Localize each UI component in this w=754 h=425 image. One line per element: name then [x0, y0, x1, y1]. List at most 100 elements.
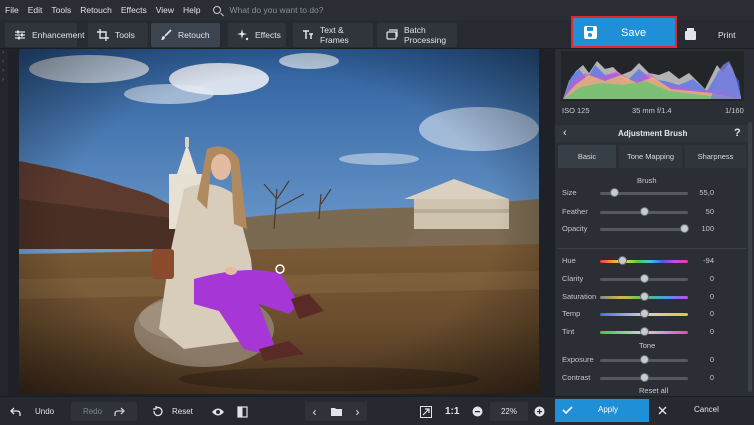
slider-value: 0	[709, 292, 714, 301]
crop-icon	[97, 29, 109, 41]
zoom-in-button[interactable]	[534, 402, 545, 421]
slider-handle[interactable]	[639, 292, 649, 301]
menu-file[interactable]: File	[5, 5, 19, 15]
fit-to-screen-button[interactable]	[420, 402, 432, 421]
chevron-left-icon[interactable]: ‹	[313, 405, 317, 419]
slider-value: 55,0	[699, 188, 714, 197]
floppy-disk-icon	[584, 26, 597, 39]
sparkle-icon	[237, 29, 249, 41]
slider-label: Contrast	[562, 373, 591, 382]
histogram-lens: 35 mm f/1.4	[632, 106, 672, 115]
redo-icon	[114, 407, 125, 416]
section-brush: Brush	[637, 176, 657, 185]
slider-handle[interactable]	[639, 355, 649, 364]
panel-scrollbar[interactable]	[748, 122, 752, 392]
zoom-out-icon	[472, 406, 483, 417]
slider-value: 50	[705, 207, 714, 216]
check-icon	[562, 406, 573, 415]
slider-handle[interactable]	[639, 309, 649, 318]
slider-handle[interactable]	[618, 256, 628, 265]
apply-label: Apply	[598, 405, 619, 414]
reset-all-link[interactable]: Reset all	[639, 386, 668, 395]
slider-handle[interactable]	[609, 188, 619, 197]
divider	[558, 248, 746, 249]
slider-label: Size	[562, 188, 577, 197]
search-icon	[213, 6, 222, 14]
slider-label: Opacity	[562, 224, 588, 233]
left-panel-handle[interactable]: › › › ›	[0, 49, 8, 397]
search-box[interactable]: What do you want to do?	[213, 5, 324, 15]
histogram-iso: ISO 125	[562, 106, 590, 115]
redo-button[interactable]: Redo	[71, 402, 137, 421]
menu-effects[interactable]: Effects	[121, 5, 147, 15]
back-arrow-icon[interactable]: ‹	[563, 127, 567, 139]
tab-enhancement[interactable]: Enhancement	[5, 23, 84, 47]
subtab-tone-mapping[interactable]: Tone Mapping	[619, 145, 682, 168]
brush-icon	[160, 29, 172, 41]
chevron-right-icon: ›	[2, 50, 4, 56]
tab-tools[interactable]: Tools	[88, 23, 148, 47]
slider-row-clarity: Clarity 0	[562, 273, 746, 285]
sliders-icon	[14, 29, 26, 41]
slider-handle[interactable]	[639, 207, 649, 216]
tab-effects[interactable]: Effects	[228, 23, 286, 47]
menu-edit[interactable]: Edit	[28, 5, 43, 15]
zoom-out-button[interactable]	[472, 402, 483, 421]
subtab-sharpness[interactable]: Sharpness	[685, 145, 746, 168]
slider-value: 0	[709, 274, 714, 283]
slider-handle[interactable]	[639, 274, 649, 283]
zoom-level[interactable]: 22%	[490, 402, 528, 421]
cancel-label: Cancel	[694, 405, 719, 414]
fit-screen-icon	[420, 405, 432, 418]
slider-handle[interactable]	[639, 373, 649, 382]
panel-title: Adjustment Brush	[618, 129, 688, 138]
close-icon	[658, 406, 667, 415]
menu-view[interactable]: View	[156, 5, 174, 15]
apply-button[interactable]: Apply	[555, 399, 649, 422]
menu-retouch[interactable]: Retouch	[80, 5, 112, 15]
slider-value: 0	[709, 327, 714, 336]
tab-batch-processing[interactable]: Batch Processing	[377, 23, 457, 47]
slider-handle[interactable]	[639, 327, 649, 336]
slider-row-exposure: Exposure 0	[562, 354, 746, 366]
save-button[interactable]: Save	[571, 16, 677, 48]
chevron-right-icon: ›	[2, 77, 4, 83]
menu-tools[interactable]: Tools	[51, 5, 71, 15]
tab-text-frames[interactable]: Text & Frames	[293, 23, 373, 47]
slider-label: Feather	[562, 207, 588, 216]
print-button[interactable]: Print	[678, 22, 750, 48]
subtab-basic[interactable]: Basic	[558, 145, 616, 168]
actual-size-button[interactable]: 1:1	[445, 402, 459, 421]
cancel-button[interactable]: Cancel	[652, 399, 750, 422]
preview-eye-button[interactable]	[211, 402, 225, 421]
undo-button[interactable]: Undo	[10, 402, 54, 421]
slider-row-opacity: Opacity 100	[562, 223, 746, 235]
tab-label: Retouch	[178, 30, 210, 40]
slider-value: 0	[709, 309, 714, 318]
slider-label: Temp	[562, 309, 581, 318]
chevron-right-icon[interactable]: ›	[356, 405, 360, 419]
chevron-right-icon: ›	[2, 68, 4, 74]
tab-label: Effects	[255, 30, 281, 40]
text-icon	[302, 29, 314, 41]
eye-icon	[212, 408, 224, 415]
folder-icon[interactable]	[330, 407, 342, 416]
batch-icon	[386, 29, 398, 41]
tab-label: Batch Processing	[404, 25, 447, 45]
slider-row-temp: Temp 0	[562, 308, 746, 320]
section-tone: Tone	[639, 341, 656, 350]
tab-retouch[interactable]: Retouch	[151, 23, 220, 47]
compare-button[interactable]	[237, 402, 248, 421]
histogram	[561, 51, 744, 101]
reset-label: Reset	[172, 407, 193, 416]
photo-canvas[interactable]	[19, 49, 539, 394]
help-icon[interactable]: ?	[734, 127, 741, 139]
slider-label: Clarity	[562, 274, 584, 283]
slider-label: Exposure	[562, 355, 594, 364]
printer-icon	[685, 27, 696, 40]
reset-button[interactable]: Reset	[152, 402, 193, 421]
slider-row-tint: Tint 0	[562, 326, 746, 338]
slider-label: Tint	[562, 327, 575, 336]
menu-help[interactable]: Help	[183, 5, 200, 15]
redo-label: Redo	[82, 407, 103, 416]
